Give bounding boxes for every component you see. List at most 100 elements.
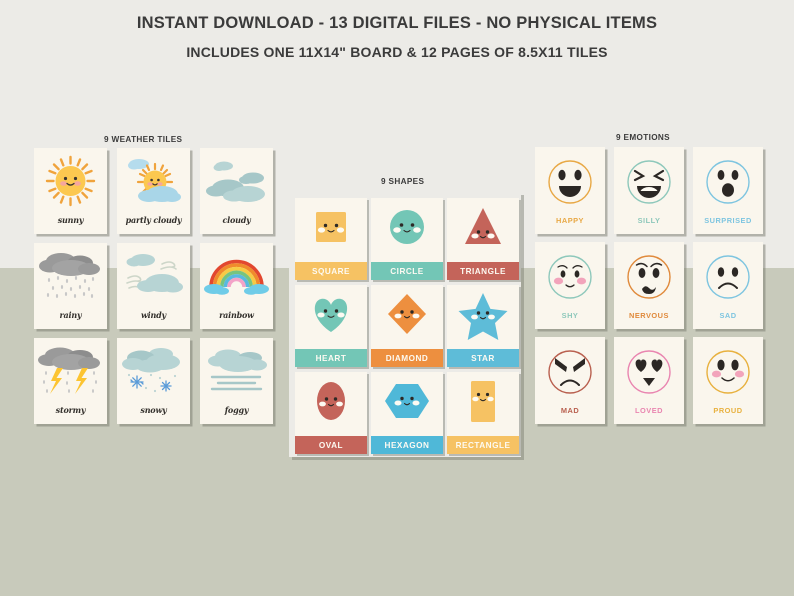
- emotions-section-title: 9 EMOTIONS: [616, 133, 670, 142]
- proud-face-icon: [693, 342, 763, 402]
- square-shape-icon: [295, 198, 367, 262]
- weather-label: snowy: [140, 405, 167, 415]
- shape-card-rectangle[interactable]: RECTANGLE: [447, 372, 519, 454]
- happy-face-icon: [535, 152, 605, 212]
- shape-card-star[interactable]: STAR: [447, 285, 519, 367]
- sun-behind-cloud-icon: [117, 152, 190, 210]
- weather-card-foggy[interactable]: foggy: [200, 338, 273, 424]
- emotion-card-shy[interactable]: SHY: [535, 242, 605, 329]
- header-line-2: INCLUDES ONE 11X14" BOARD & 12 PAGES OF …: [186, 44, 608, 60]
- shape-label: SQUARE: [311, 266, 351, 276]
- heart-shape-icon: [295, 285, 367, 349]
- thunderstorm-icon: [34, 342, 107, 400]
- shape-label: OVAL: [318, 440, 344, 450]
- weather-card-rainy[interactable]: rainy: [34, 243, 107, 329]
- weather-card-partly-cloudy[interactable]: partly cloudy: [117, 148, 190, 234]
- emotion-card-silly[interactable]: SILLY: [614, 147, 684, 234]
- weather-label: windy: [141, 310, 166, 320]
- weather-card-windy[interactable]: windy: [117, 243, 190, 329]
- weather-card-snowy[interactable]: snowy: [117, 338, 190, 424]
- shape-label: RECTANGLE: [455, 440, 511, 450]
- sad-face-icon: [693, 247, 763, 307]
- hexagon-shape-icon: [371, 372, 443, 436]
- cloud-icon: [200, 152, 273, 210]
- snow-cloud-icon: [117, 342, 190, 400]
- sun-icon: [34, 152, 107, 210]
- shape-card-diamond[interactable]: DIAMOND: [371, 285, 443, 367]
- shape-label: CIRCLE: [390, 266, 424, 276]
- weather-card-rainbow[interactable]: rainbow: [200, 243, 273, 329]
- emotion-card-loved[interactable]: LOVED: [614, 337, 684, 424]
- shape-label-band: DIAMOND: [371, 349, 443, 367]
- shape-card-circle[interactable]: CIRCLE: [371, 198, 443, 280]
- shape-card-heart[interactable]: HEART: [295, 285, 367, 367]
- shape-label: HEART: [315, 353, 347, 363]
- poster-header: INSTANT DOWNLOAD - 13 DIGITAL FILES - NO…: [0, 14, 794, 60]
- weather-card-stormy[interactable]: stormy: [34, 338, 107, 424]
- shapes-board: SQUARE CIRCLE TRIANGLE HEART DIAMOND STA…: [289, 192, 521, 457]
- emotion-label: SURPRISED: [704, 216, 752, 225]
- shape-card-oval[interactable]: OVAL: [295, 372, 367, 454]
- nervous-face-icon: [614, 247, 684, 307]
- weather-card-sunny[interactable]: sunny: [34, 148, 107, 234]
- emotion-card-nervous[interactable]: NERVOUS: [614, 242, 684, 329]
- weather-label: foggy: [224, 405, 249, 415]
- header-line-1: INSTANT DOWNLOAD - 13 DIGITAL FILES - NO…: [136, 14, 658, 32]
- emotion-label: LOVED: [635, 406, 663, 415]
- shape-label: DIAMOND: [385, 353, 429, 363]
- shape-label-band: RECTANGLE: [447, 436, 519, 454]
- shape-label-band: SQUARE: [295, 262, 367, 280]
- poster-canvas: INSTANT DOWNLOAD - 13 DIGITAL FILES - NO…: [0, 0, 794, 596]
- shape-label: HEXAGON: [384, 440, 430, 450]
- shy-face-icon: [535, 247, 605, 307]
- emotion-card-sad[interactable]: SAD: [693, 242, 763, 329]
- weather-tiles-board: sunny partly cloudy cloudy rainy windy r…: [34, 148, 274, 424]
- emotion-label: SILLY: [637, 216, 661, 225]
- emotion-card-surprised[interactable]: SURPRISED: [693, 147, 763, 234]
- weather-label: rainy: [59, 310, 82, 320]
- shape-label-band: HEXAGON: [371, 436, 443, 454]
- shape-label-band: HEART: [295, 349, 367, 367]
- emotion-card-proud[interactable]: PROUD: [693, 337, 763, 424]
- rain-cloud-icon: [34, 247, 107, 305]
- shape-card-triangle[interactable]: TRIANGLE: [447, 198, 519, 280]
- emotion-label: MAD: [560, 406, 580, 415]
- shape-label-band: TRIANGLE: [447, 262, 519, 280]
- silly-face-icon: [614, 152, 684, 212]
- shape-label-band: CIRCLE: [371, 262, 443, 280]
- emotion-label: SAD: [719, 311, 737, 320]
- weather-label: partly cloudy: [125, 215, 182, 225]
- star-shape-icon: [447, 285, 519, 349]
- wind-cloud-icon: [117, 247, 190, 305]
- weather-label: rainbow: [219, 310, 254, 320]
- fog-icon: [200, 342, 273, 400]
- emotion-card-happy[interactable]: HAPPY: [535, 147, 605, 234]
- weather-section-title: 9 WEATHER TILES: [104, 135, 183, 144]
- emotion-label: PROUD: [713, 406, 743, 415]
- weather-label: cloudy: [222, 215, 251, 225]
- shape-card-square[interactable]: SQUARE: [295, 198, 367, 280]
- diamond-shape-icon: [371, 285, 443, 349]
- weather-card-cloudy[interactable]: cloudy: [200, 148, 273, 234]
- shapes-section-title: 9 SHAPES: [381, 177, 425, 186]
- emotion-label: HAPPY: [556, 216, 584, 225]
- surprised-face-icon: [693, 152, 763, 212]
- circle-shape-icon: [371, 198, 443, 262]
- rectangle-shape-icon: [447, 372, 519, 436]
- mad-face-icon: [535, 342, 605, 402]
- emotion-card-mad[interactable]: MAD: [535, 337, 605, 424]
- oval-shape-icon: [295, 372, 367, 436]
- shape-card-hexagon[interactable]: HEXAGON: [371, 372, 443, 454]
- shape-label: TRIANGLE: [460, 266, 506, 276]
- rainbow-icon: [200, 247, 273, 305]
- emotions-tiles-board: HAPPY SILLY SURPRISED SHY NERVOUS SAD MA…: [535, 147, 763, 424]
- loved-face-icon: [614, 342, 684, 402]
- shape-label-band: OVAL: [295, 436, 367, 454]
- emotion-label: NERVOUS: [629, 311, 669, 320]
- weather-label: sunny: [57, 215, 84, 225]
- weather-label: stormy: [55, 405, 86, 415]
- triangle-shape-icon: [447, 198, 519, 262]
- emotion-label: SHY: [561, 311, 579, 320]
- shape-label: STAR: [471, 353, 495, 363]
- shape-label-band: STAR: [447, 349, 519, 367]
